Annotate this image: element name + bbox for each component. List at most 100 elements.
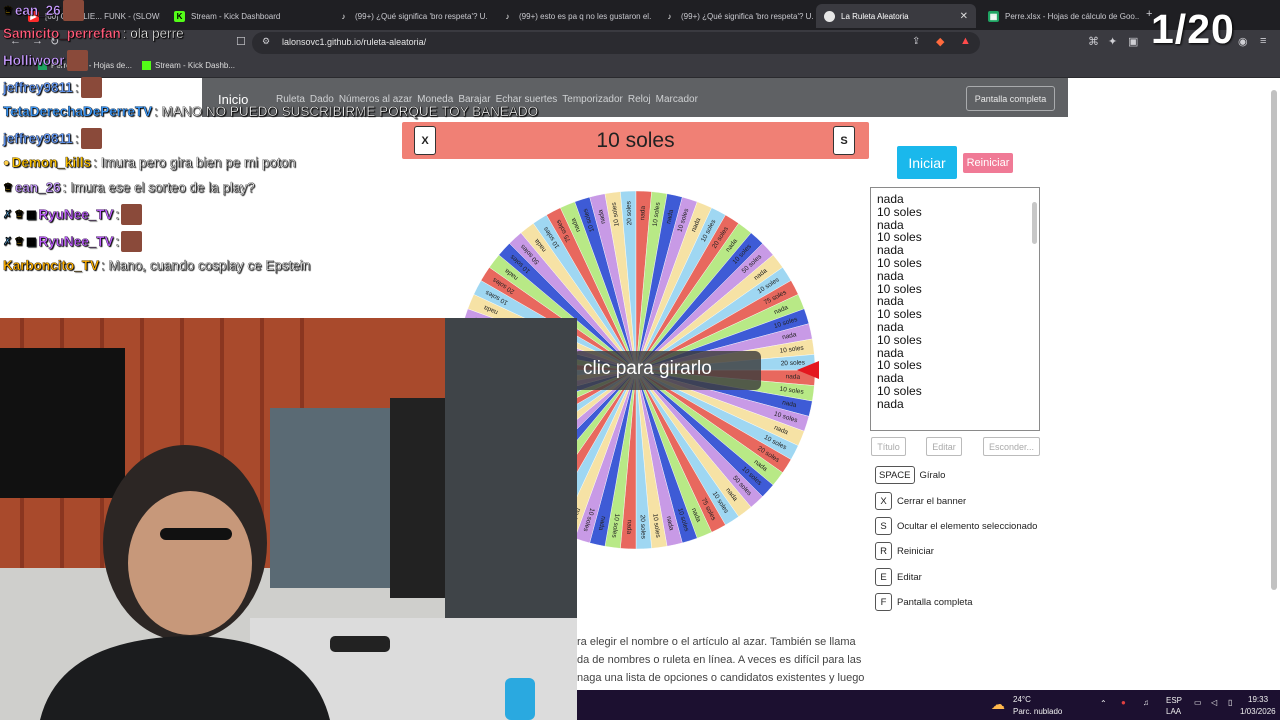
site-brand-link[interactable]: Inicio (218, 92, 248, 107)
shortcut-e: E Editar (875, 568, 922, 586)
tab-title: La Ruleta Aleatoria (841, 11, 909, 21)
nav-link-dado[interactable]: Dado (310, 94, 334, 105)
menu-icon[interactable]: ≡ (1260, 35, 1266, 47)
bookmark-icon[interactable]: ☐ (236, 35, 246, 48)
shortcut-label: Ocultar el elemento seleccionado (897, 520, 1038, 532)
tiktok-icon: ♪ (505, 11, 510, 21)
key-r[interactable]: R (875, 542, 892, 560)
monitor-icon[interactable]: ▭ (1194, 698, 1202, 707)
page-scrollbar[interactable] (1271, 80, 1277, 590)
tiktok-icon: ♪ (667, 11, 672, 21)
rewards-icon[interactable]: ▲ (960, 35, 971, 47)
chat-message: Karboncito_TV : Mano, cuando cosplay ce … (3, 258, 311, 273)
wheel-segment-label: nada (639, 205, 647, 220)
shortcut-label: Pantalla completa (897, 596, 973, 608)
scroll-thumb[interactable] (1032, 202, 1037, 244)
options-scrollbar[interactable] (1032, 192, 1037, 426)
gem-badge-icon: ● (3, 156, 10, 169)
grid-badge-icon: ▦ (26, 236, 37, 248)
weather-icon[interactable]: ☁ (991, 696, 1005, 713)
wheel-segment-label: 20 soles (639, 515, 647, 540)
emote-icon (121, 231, 143, 252)
puzzle-icon[interactable]: ✦ (1108, 35, 1117, 48)
chat-message: jeffrey9811 : (3, 77, 102, 98)
key-e[interactable]: E (875, 568, 892, 586)
browser-tab-active[interactable]: La Ruleta Aleatoria ✕ (816, 4, 976, 28)
chat-text: : (115, 234, 120, 249)
hide-button[interactable]: Esconder... (983, 437, 1040, 456)
emote-icon (80, 128, 102, 149)
shortcut-s: S Ocultar el elemento seleccionado (875, 517, 1037, 535)
brave-shield-icon[interactable]: ◆ (936, 35, 944, 48)
nav-link-barajar[interactable]: Barajar (458, 94, 490, 105)
chat-username: ean_26 (14, 180, 61, 195)
tray-app-icon[interactable]: ● (1121, 698, 1126, 707)
key-space[interactable]: SPACE (875, 466, 915, 484)
close-icon[interactable]: ✕ (960, 11, 968, 22)
chat-text: : (115, 207, 120, 222)
start-button[interactable]: Iniciar (897, 146, 957, 179)
emote-icon (80, 77, 102, 98)
chat-message: ♛ ean_26 : Imura ese el sorteo de la pla… (3, 180, 255, 195)
url-text: lalonsovc1.github.io/ruleta-aleatoria/ (282, 37, 427, 47)
sidebar-icon[interactable]: ▣ (1128, 35, 1138, 48)
key-f[interactable]: F (875, 593, 892, 611)
fullscreen-button[interactable]: Pantalla completa (966, 86, 1055, 111)
sheets-icon: ▦ (988, 10, 999, 22)
wallet-icon[interactable]: ◉ (1238, 35, 1248, 48)
shortcut-space: SPACE Gíralo (875, 466, 945, 484)
browser-tab[interactable]: K Stream - Kick Dashboard (166, 4, 324, 28)
title-button[interactable]: Título (871, 437, 906, 456)
key-s[interactable]: S (875, 517, 892, 535)
microphone-icon[interactable]: ♫ (1143, 698, 1149, 707)
back-icon[interactable]: ← (10, 35, 21, 47)
browser-tab[interactable]: ♪ (99+) ¿Qué significa 'bro respeta'? U.… (656, 4, 815, 28)
wheel-center-label[interactable]: clic para girarlo (583, 358, 712, 380)
clock-date[interactable]: 1/03/2026 (1240, 707, 1276, 716)
nav-link-ruleta[interactable]: Ruleta (276, 94, 305, 105)
forward-icon[interactable]: → (32, 35, 43, 47)
options-textarea[interactable]: nada 10 soles nada 10 soles nada 10 soles nada… (870, 187, 1040, 431)
bookmark-item[interactable]: Stream - Kick Dashb... (142, 61, 235, 70)
nav-link-reloj[interactable]: Reloj (628, 94, 651, 105)
extensions-icon[interactable]: ⌘ (1088, 35, 1099, 48)
reload-icon[interactable]: ↻ (50, 35, 59, 48)
nav-link-marcador[interactable]: Marcador (656, 94, 698, 105)
chevron-up-icon[interactable]: ⌃ (1100, 699, 1107, 708)
kick-icon (142, 61, 151, 70)
chat-username: Karboncito_TV (3, 258, 100, 273)
browser-tab[interactable]: ▦ Perre.xlsx - Hojas de cálculo de Goo..… (980, 4, 1140, 28)
chat-text: : (74, 131, 79, 146)
site-icon (824, 10, 835, 22)
youtube-icon: ▶ (28, 10, 39, 22)
options-list: nada 10 soles nada 10 soles nada 10 soles nada… (877, 193, 922, 411)
scroll-thumb[interactable] (1271, 90, 1277, 590)
battery-icon[interactable]: ▯ (1228, 698, 1232, 707)
language-layout[interactable]: LAA (1166, 707, 1181, 716)
weather-desc[interactable]: Parc. nublado (1013, 707, 1062, 716)
nav-link-echar-suertes[interactable]: Echar suertes (496, 94, 558, 105)
nav-link-numeros[interactable]: Números al azar (339, 94, 412, 105)
share-icon[interactable]: ⇪ (912, 36, 920, 47)
browser-tab[interactable]: ♪ (99+) esto es pa q no les gustaron el.… (494, 4, 653, 28)
browser-tab[interactable]: ♪ (99+) ¿Qué significa 'bro respeta'? U.… (330, 4, 489, 28)
url-bar[interactable]: ⚙ lalonsovc1.github.io/ruleta-aleatoria/… (252, 32, 980, 54)
bookmark-item[interactable]: Perre.xlsx - Hojas de... (38, 61, 132, 70)
tab-title: Stream - Kick Dashboard (191, 11, 281, 21)
language-code[interactable]: ESP (1166, 696, 1182, 705)
crown-badge-icon: ♛ (14, 236, 25, 248)
hide-selected-button[interactable]: S (833, 126, 855, 155)
reset-button[interactable]: Reiniciar (963, 153, 1013, 173)
nav-link-moneda[interactable]: Moneda (417, 94, 453, 105)
browser-tab[interactable]: ▶ [60] CHARLIE... FUNK - (SLOWE... (20, 4, 160, 28)
result-text: 10 soles (596, 129, 675, 152)
edit-button[interactable]: Editar (926, 437, 962, 456)
key-x[interactable]: X (875, 492, 892, 510)
site-info-icon[interactable]: ⚙ (262, 36, 270, 47)
volume-icon[interactable]: ◁ (1211, 698, 1217, 707)
clock-time[interactable]: 19:33 (1248, 695, 1268, 704)
description-line: ra elegir el nombre o el artículo al aza… (577, 636, 856, 648)
shortcut-label: Gíralo (919, 469, 946, 481)
nav-link-temporizador[interactable]: Temporizador (562, 94, 623, 105)
weather-temp[interactable]: 24°C (1013, 695, 1031, 704)
